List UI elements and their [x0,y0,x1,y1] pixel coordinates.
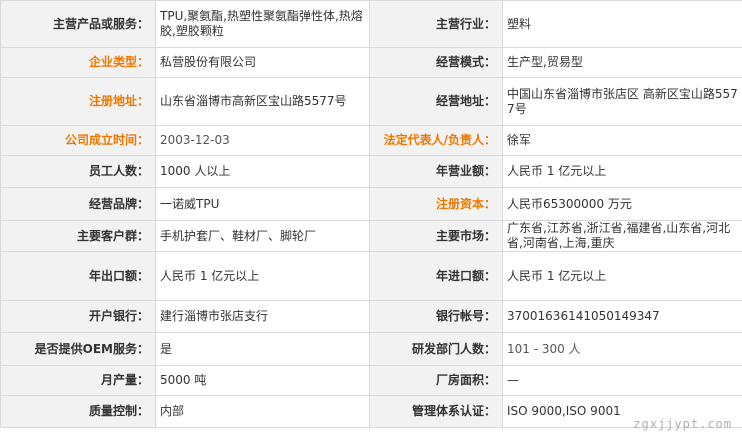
label-legal-representative: 法定代表人/负责人： [369,125,503,156]
table-row: 主营产品或服务： TPU,聚氨酯,热塑性聚氨酯弹性体,热熔胶,塑胶颗粒 主营行业… [0,0,742,48]
label-bank-account: 银行帐号： [369,300,503,333]
value-monthly-output: 5000 吨 [155,365,370,396]
value-main-industry: 塑料 [502,0,742,48]
value-import-value: 人民币 1 亿元以上 [502,251,742,301]
company-info-table: 主营产品或服务： TPU,聚氨酯,热塑性聚氨酯弹性体,热熔胶,塑胶颗粒 主营行业… [0,0,742,428]
label-main-markets: 主要市场： [369,220,503,252]
value-bank: 建行淄博市张店支行 [155,300,370,333]
table-row: 员工人数： 1000 人以上 年营业额： 人民币 1 亿元以上 [0,155,742,188]
label-import-value: 年进口额： [369,251,503,301]
value-main-markets: 广东省,江苏省,浙江省,福建省,山东省,河北省,河南省,上海,重庆 [502,220,742,252]
table-row: 年出口额： 人民币 1 亿元以上 年进口额： 人民币 1 亿元以上 [0,251,742,301]
watermark: zgxjjypt.com [633,417,732,431]
label-factory-area: 厂房面积： [369,365,503,396]
value-registered-address: 山东省淄博市高新区宝山路5577号 [155,77,370,126]
label-monthly-output: 月产量： [0,365,156,396]
table-row: 开户银行： 建行淄博市张店支行 银行帐号： 370016361410501493… [0,300,742,333]
label-company-type: 企业类型： [0,47,156,78]
label-registered-address: 注册地址： [0,77,156,126]
value-factory-area: — [502,365,742,396]
label-management-certification: 管理体系认证： [369,395,503,428]
label-export-value: 年出口额： [0,251,156,301]
label-oem-service: 是否提供OEM服务： [0,332,156,366]
value-legal-representative: 徐军 [502,125,742,156]
label-founded-date: 公司成立时间： [0,125,156,156]
value-oem-service: 是 [155,332,370,366]
label-business-address: 经营地址： [369,77,503,126]
label-main-customers: 主要客户群： [0,220,156,252]
label-annual-revenue: 年营业额： [369,155,503,188]
value-brand: 一诺威TPU [155,187,370,221]
table-row: 主要客户群： 手机护套厂、鞋材厂、脚轮厂 主要市场： 广东省,江苏省,浙江省,福… [0,220,742,252]
value-company-type: 私营股份有限公司 [155,47,370,78]
value-main-products: TPU,聚氨酯,热塑性聚氨酯弹性体,热熔胶,塑胶颗粒 [155,0,370,48]
value-employee-count: 1000 人以上 [155,155,370,188]
table-row: 经营品牌： 一诺威TPU 注册资本： 人民币65300000 万元 [0,187,742,221]
table-row: 公司成立时间： 2003-12-03 法定代表人/负责人： 徐军 [0,125,742,156]
label-bank: 开户银行： [0,300,156,333]
table-row: 质量控制： 内部 管理体系认证： ISO 9000,ISO 9001 [0,395,742,428]
label-brand: 经营品牌： [0,187,156,221]
label-business-model: 经营模式： [369,47,503,78]
label-employee-count: 员工人数： [0,155,156,188]
value-main-customers: 手机护套厂、鞋材厂、脚轮厂 [155,220,370,252]
label-main-products: 主营产品或服务： [0,0,156,48]
table-row: 注册地址： 山东省淄博市高新区宝山路5577号 经营地址： 中国山东省淄博市张店… [0,77,742,126]
table-row: 是否提供OEM服务： 是 研发部门人数： 101 - 300 人 [0,332,742,366]
value-registered-capital: 人民币65300000 万元 [502,187,742,221]
label-quality-control: 质量控制： [0,395,156,428]
value-founded-date: 2003-12-03 [155,125,370,156]
label-rd-staff: 研发部门人数： [369,332,503,366]
value-bank-account: 37001636141050149347 [502,300,742,333]
value-rd-staff: 101 - 300 人 [502,332,742,366]
table-row: 企业类型： 私营股份有限公司 经营模式： 生产型,贸易型 [0,47,742,78]
label-main-industry: 主营行业： [369,0,503,48]
value-annual-revenue: 人民币 1 亿元以上 [502,155,742,188]
value-business-address: 中国山东省淄博市张店区 高新区宝山路5577号 [502,77,742,126]
label-registered-capital: 注册资本： [369,187,503,221]
table-row: 月产量： 5000 吨 厂房面积： — [0,365,742,396]
value-quality-control: 内部 [155,395,370,428]
value-export-value: 人民币 1 亿元以上 [155,251,370,301]
value-business-model: 生产型,贸易型 [502,47,742,78]
